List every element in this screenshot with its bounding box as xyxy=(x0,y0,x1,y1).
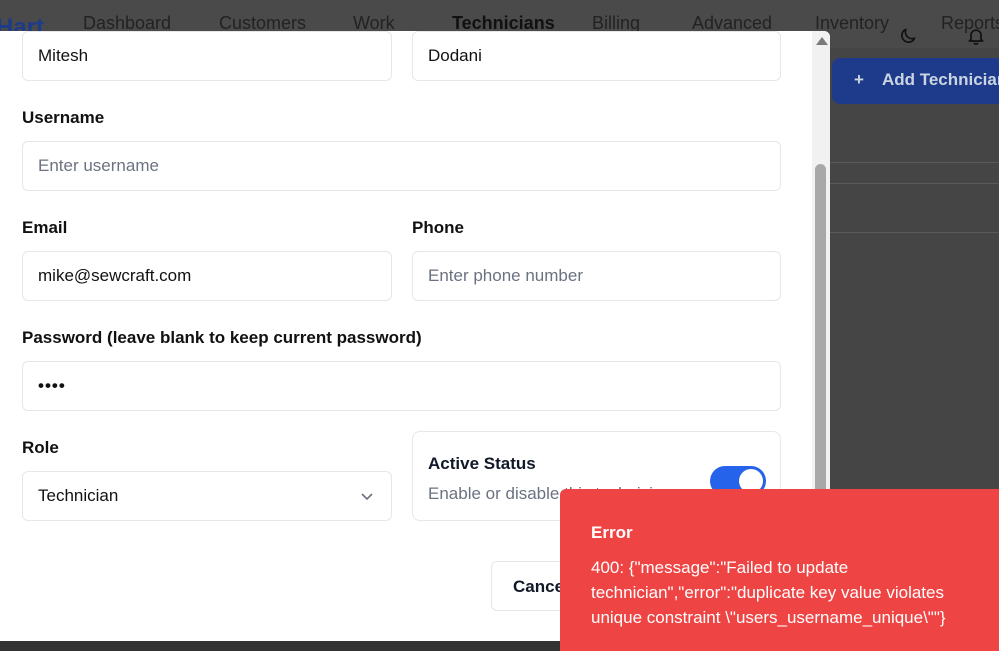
chevron-down-icon xyxy=(361,493,373,501)
username-placeholder: Enter username xyxy=(38,156,159,175)
moon-icon[interactable] xyxy=(898,26,918,46)
last-name-value: Dodani xyxy=(428,46,482,65)
divider xyxy=(830,162,999,163)
bell-icon[interactable] xyxy=(966,26,986,46)
first-name-value: Mitesh xyxy=(38,46,89,65)
toast-message: 400: {"message":"Failed to update techni… xyxy=(591,558,946,627)
phone-placeholder: Enter phone number xyxy=(428,266,583,285)
username-field[interactable]: Enter username xyxy=(22,141,781,191)
scroll-up-arrow-icon[interactable] xyxy=(816,37,828,45)
role-select[interactable]: Technician xyxy=(22,471,392,521)
active-status-title: Active Status xyxy=(428,454,536,473)
role-value: Technician xyxy=(38,486,119,505)
email-field[interactable]: mike@sewcraft.com xyxy=(22,251,392,301)
toast-title: Error xyxy=(591,523,633,542)
password-field[interactable]: •••• xyxy=(22,361,781,411)
last-name-field[interactable]: Dodani xyxy=(412,31,781,81)
email-value: mike@sewcraft.com xyxy=(38,266,192,285)
plus-icon: + xyxy=(854,70,864,89)
phone-field[interactable]: Enter phone number xyxy=(412,251,781,301)
password-label: Password (leave blank to keep current pa… xyxy=(22,328,422,347)
divider xyxy=(830,232,999,233)
phone-label: Phone xyxy=(412,218,464,237)
add-technician-button[interactable]: + Add Technician xyxy=(832,58,999,104)
username-label: Username xyxy=(22,108,105,127)
role-label: Role xyxy=(22,438,59,457)
add-technician-label: Add Technician xyxy=(881,70,999,89)
error-toast[interactable]: Error 400: {"message":"Failed to update … xyxy=(560,489,999,651)
first-name-field[interactable]: Mitesh xyxy=(22,31,392,81)
password-value: •••• xyxy=(38,376,66,395)
email-label: Email xyxy=(22,218,68,237)
divider xyxy=(830,183,999,184)
